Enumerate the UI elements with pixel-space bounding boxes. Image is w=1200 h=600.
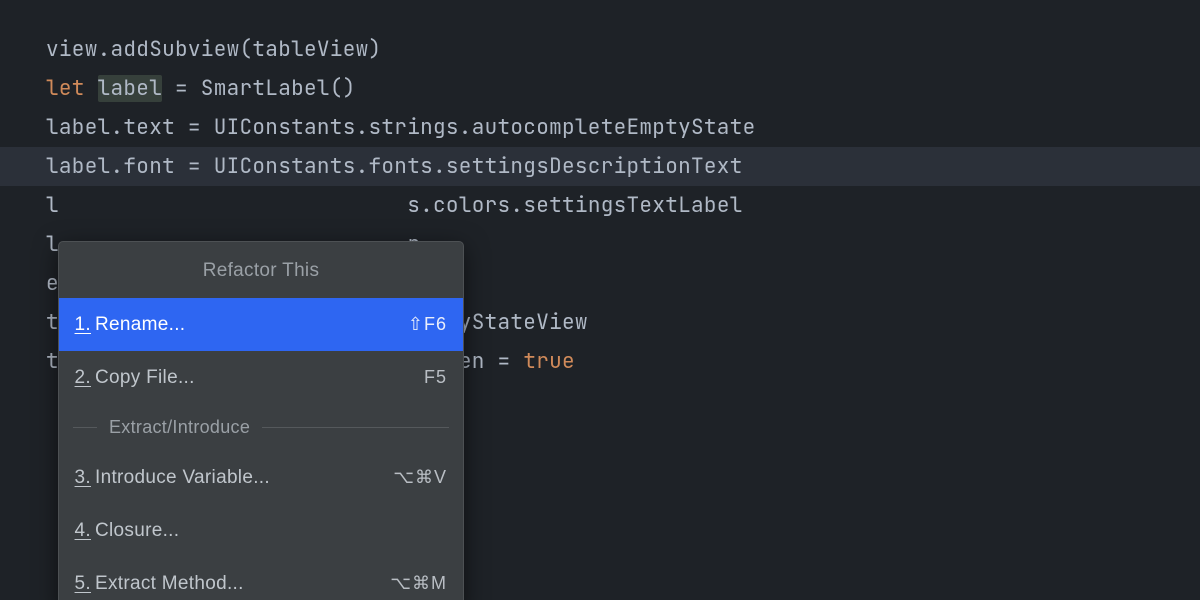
popup-item-label: Rename...: [95, 305, 408, 344]
popup-item-copy-file[interactable]: 2. Copy File... F5: [59, 351, 463, 404]
code-editor[interactable]: view.addSubview(tableView) let label = S…: [0, 0, 1200, 381]
code-token: t: [46, 348, 59, 375]
divider: [262, 427, 449, 428]
code-token: s.colors.settingsTextLabel: [407, 192, 742, 219]
rename-target[interactable]: label: [98, 75, 163, 102]
keyword-let: let: [46, 75, 85, 102]
code-token: t: [46, 309, 59, 336]
code-token: l: [46, 192, 59, 219]
popup-item-introduce-variable[interactable]: 3. Introduce Variable... ⌥⌘V: [59, 451, 463, 504]
popup-item-shortcut: F5: [424, 358, 447, 397]
popup-section-header: Extract/Introduce: [59, 404, 463, 451]
popup-item-label: Closure...: [95, 511, 447, 550]
popup-item-shortcut: ⌥⌘M: [390, 564, 447, 600]
code-line[interactable]: view.addSubview(tableView): [0, 30, 1200, 69]
popup-item-closure[interactable]: 4. Closure...: [59, 504, 463, 557]
code-line-current[interactable]: label.font = UIConstants.fonts.settingsD…: [0, 147, 1200, 186]
code-token: l: [46, 231, 59, 258]
code-token: label.text = UIConstants.strings.autocom…: [46, 114, 756, 141]
popup-title: Refactor This: [59, 242, 463, 298]
code-line[interactable]: let label = SmartLabel(): [0, 69, 1200, 108]
popup-item-label: Copy File...: [95, 358, 424, 397]
popup-item-number: 2.: [73, 358, 91, 397]
refactor-popup: Refactor This 1. Rename... ⇧F6 2. Copy F…: [58, 241, 464, 600]
popup-section-label: Extract/Introduce: [109, 408, 250, 447]
popup-item-label: Extract Method...: [95, 564, 390, 600]
code-line[interactable]: label.text = UIConstants.strings.autocom…: [0, 108, 1200, 147]
code-token: [85, 75, 98, 102]
code-line[interactable]: label.textColor = UIConstants.colors.set…: [0, 186, 1200, 225]
code-token: label.font = UIConstants.fonts.settingsD…: [46, 153, 743, 180]
popup-item-number: 5.: [73, 564, 91, 600]
popup-item-shortcut: ⇧F6: [408, 305, 447, 344]
code-token: view.addSubview(tableView): [46, 36, 381, 63]
popup-item-number: 4.: [73, 511, 91, 550]
code-token: e: [46, 270, 59, 297]
popup-item-shortcut: ⌥⌘V: [393, 458, 447, 497]
popup-item-extract-method[interactable]: 5. Extract Method... ⌥⌘M: [59, 557, 463, 600]
divider: [73, 427, 97, 428]
popup-item-rename[interactable]: 1. Rename... ⇧F6: [59, 298, 463, 351]
code-token-bool: true: [523, 348, 575, 375]
code-token: = SmartLabel(): [162, 75, 356, 102]
popup-item-label: Introduce Variable...: [95, 458, 393, 497]
popup-item-number: 1.: [73, 305, 91, 344]
popup-item-number: 3.: [73, 458, 91, 497]
